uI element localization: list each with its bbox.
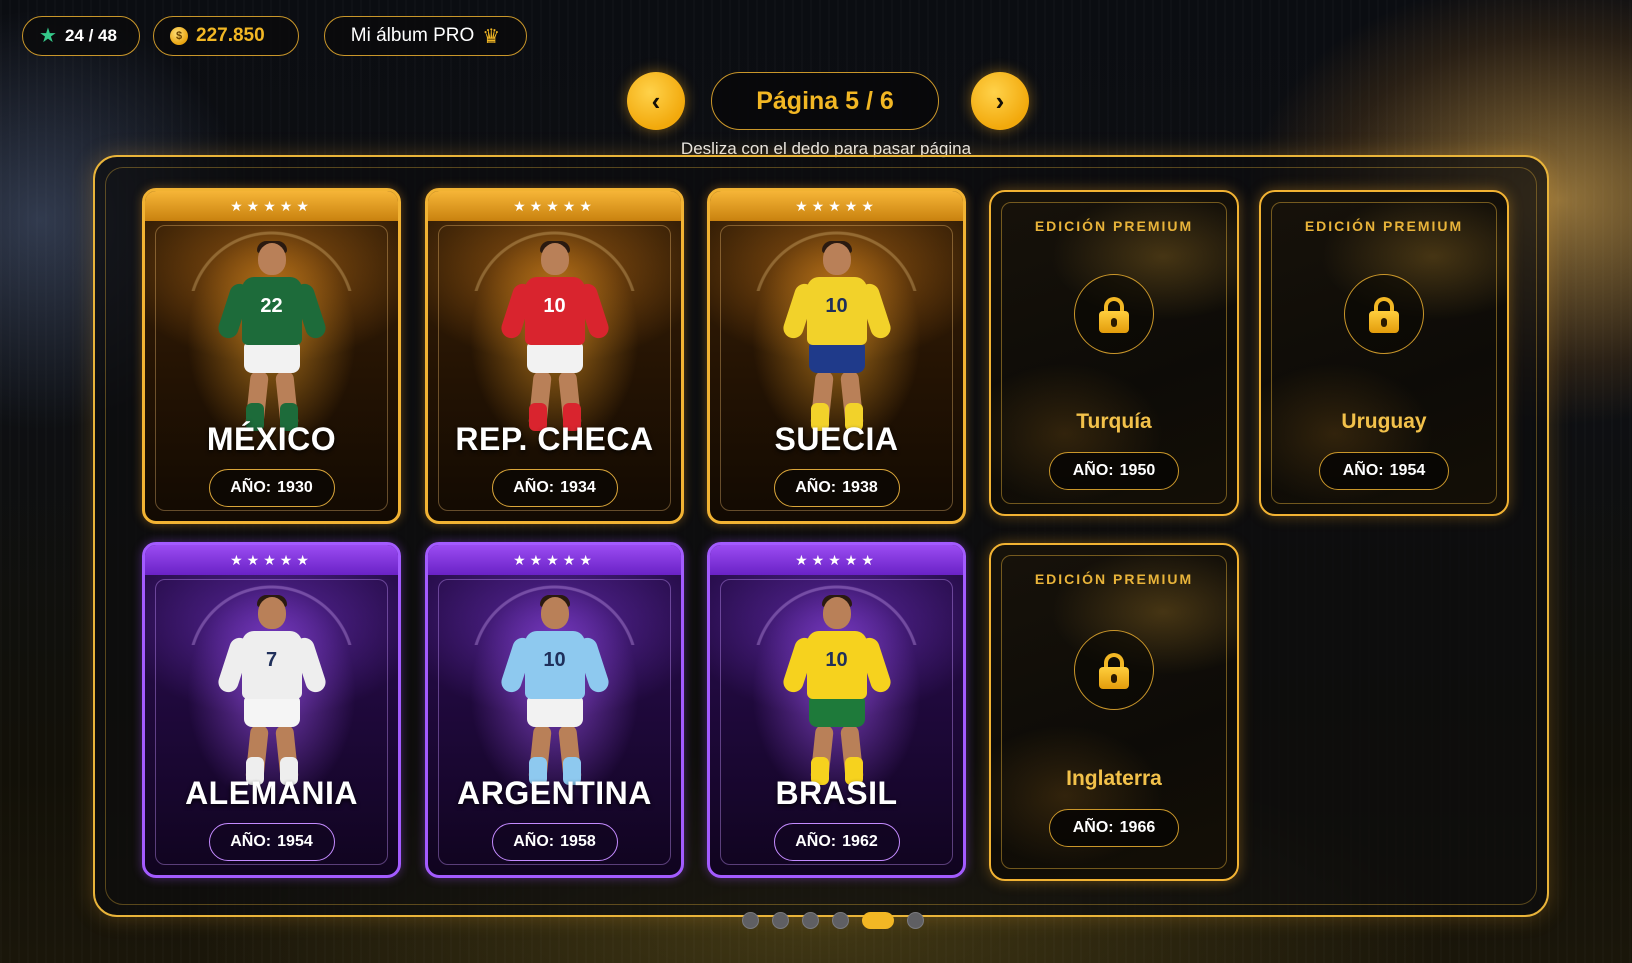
card-country: MÉXICO [206, 421, 337, 457]
jersey-number: 22 [260, 295, 283, 317]
card-country: ALEMANIA [185, 775, 358, 811]
page-dot-2[interactable] [772, 912, 789, 929]
crown-icon: ♛ [482, 25, 501, 48]
progress-counter: ★ 24 / 48 [22, 16, 140, 56]
lock-ring [1074, 274, 1154, 354]
coin-icon: $ [170, 27, 188, 45]
jersey-number: 10 [543, 295, 566, 317]
page-dot-1[interactable] [742, 912, 759, 929]
year-label: AÑO: [795, 833, 837, 850]
year-label: AÑO: [1072, 819, 1114, 836]
sticker-card-suecia[interactable]: ★★★★★ 10 SUECIA AÑO: 1938 [707, 188, 966, 524]
card-stars: ★★★★★ [710, 545, 963, 575]
jersey-number: 10 [825, 649, 848, 671]
year-label: AÑO: [513, 833, 555, 850]
page-dot-4[interactable] [832, 912, 849, 929]
lock-icon [1097, 297, 1131, 333]
lock-ring [1074, 630, 1154, 710]
sticker-card-mexico[interactable]: ★★★★★ 22 MÉXICO AÑO: 1930 [142, 188, 401, 524]
page-dots [742, 912, 924, 929]
card-stars: ★★★★★ [145, 545, 398, 575]
sticker-card-argentina[interactable]: ★★★★★ 10 ARGENTINA AÑO: 1958 [425, 542, 684, 878]
card-year: AÑO: 1938 [773, 469, 900, 507]
premium-badge: EDICIÓN PREMIUM [1034, 571, 1194, 587]
card-stars: ★★★★★ [428, 191, 681, 221]
card-country: ARGENTINA [457, 775, 652, 811]
page-dot-6[interactable] [907, 912, 924, 929]
page-dot-3[interactable] [802, 912, 819, 929]
player-illustration: 10 [495, 241, 615, 433]
card-year: AÑO: 1954 [1319, 452, 1449, 490]
year-value: 1934 [560, 479, 596, 496]
card-stars: ★★★★★ [428, 545, 681, 575]
star-icon: ★ [39, 25, 57, 47]
lock-icon [1097, 653, 1131, 689]
year-value: 1954 [1389, 462, 1426, 479]
year-label: AÑO: [230, 479, 272, 496]
year-value: 1938 [842, 479, 878, 496]
year-label: AÑO: [513, 479, 555, 496]
card-country: REP. CHECA [455, 421, 654, 457]
locked-country: Uruguay [1341, 410, 1427, 433]
card-year: AÑO: 1958 [491, 823, 618, 861]
sticker-card-brasil[interactable]: ★★★★★ 10 BRASIL AÑO: 1962 [707, 542, 966, 878]
card-year: AÑO: 1962 [773, 823, 900, 861]
premium-badge: EDICIÓN PREMIUM [1304, 218, 1464, 234]
card-year: AÑO: 1954 [208, 823, 335, 861]
album-pro-button[interactable]: Mi álbum PRO ♛ [324, 16, 527, 56]
next-page-button[interactable]: › [971, 72, 1029, 130]
locked-country: Turquía [1076, 410, 1152, 433]
jersey-number: 7 [265, 649, 278, 671]
card-stars: ★★★★★ [145, 191, 398, 221]
lock-icon [1367, 297, 1401, 333]
year-label: AÑO: [230, 833, 272, 850]
coin-amount: 227.850 [196, 25, 265, 46]
year-label: AÑO: [1072, 462, 1114, 479]
locked-card-turquia[interactable]: EDICIÓN PREMIUM Turquía AÑO: 1950 [989, 190, 1239, 516]
card-stars: ★★★★★ [710, 191, 963, 221]
card-year: AÑO: 1966 [1049, 809, 1179, 847]
player-illustration: 10 [777, 241, 897, 433]
year-value: 1958 [560, 833, 596, 850]
year-label: AÑO: [795, 479, 837, 496]
year-value: 1950 [1119, 462, 1156, 479]
lock-ring [1344, 274, 1424, 354]
prev-page-button[interactable]: ‹ [627, 72, 685, 130]
card-year: AÑO: 1934 [491, 469, 618, 507]
sticker-card-alemania[interactable]: ★★★★★ 7 ALEMANIA AÑO: 1954 [142, 542, 401, 878]
card-year: AÑO: 1950 [1049, 452, 1179, 490]
card-country: SUECIA [774, 421, 899, 457]
locked-card-uruguay[interactable]: EDICIÓN PREMIUM Uruguay AÑO: 1954 [1259, 190, 1509, 516]
year-value: 1930 [277, 479, 313, 496]
player-illustration: 10 [495, 595, 615, 787]
sticker-card-rep-checa[interactable]: ★★★★★ 10 REP. CHECA AÑO: 1934 [425, 188, 684, 524]
year-value: 1962 [842, 833, 878, 850]
year-value: 1966 [1119, 819, 1156, 836]
locked-country: Inglaterra [1066, 767, 1162, 790]
jersey-number: 10 [543, 649, 566, 671]
premium-badge: EDICIÓN PREMIUM [1034, 218, 1194, 234]
page-label: Página 5 / 6 [756, 86, 894, 115]
progress-text: 24 / 48 [64, 26, 117, 45]
player-illustration: 7 [212, 595, 332, 787]
card-year: AÑO: 1930 [208, 469, 335, 507]
card-country: BRASIL [775, 775, 898, 811]
jersey-number: 10 [825, 295, 848, 317]
player-illustration: 10 [777, 595, 897, 787]
chevron-left-icon: ‹ [651, 85, 661, 116]
year-label: AÑO: [1342, 462, 1384, 479]
coin-balance[interactable]: $ 227.850 [153, 16, 299, 56]
album-screen: ★ 24 / 48 $ 227.850 Mi álbum PRO ♛ ‹ Pág… [0, 0, 1632, 963]
chevron-right-icon: › [995, 85, 1005, 116]
page-indicator: Página 5 / 6 [711, 72, 939, 130]
player-illustration: 22 [212, 241, 332, 433]
year-value: 1954 [277, 833, 313, 850]
album-pro-label: Mi álbum PRO [350, 25, 475, 46]
page-dot-5[interactable] [862, 912, 894, 929]
locked-card-inglaterra[interactable]: EDICIÓN PREMIUM Inglaterra AÑO: 1966 [989, 543, 1239, 881]
